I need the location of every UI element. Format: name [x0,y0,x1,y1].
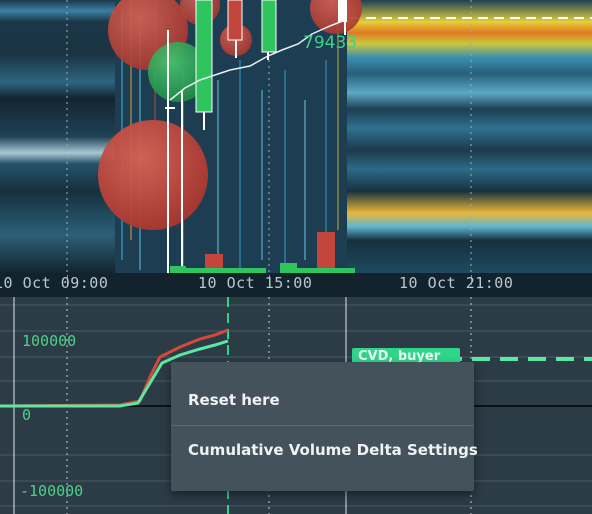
menu-item-cvd-settings[interactable]: Cumulative Volume Delta Settings [171,426,478,474]
chart-workspace[interactable]: 79433 10 Oct 09:00 10 Oct 15:00 10 Oct 2… [0,0,592,514]
time-label: 10 Oct 21:00 [399,274,514,292]
time-axis[interactable]: 10 Oct 09:00 10 Oct 15:00 10 Oct 21:00 [0,273,592,297]
time-label: 10 Oct 09:00 [0,274,109,292]
heatmap-left-bands [0,0,115,273]
price-label: 79433 [303,33,357,53]
context-menu: Reset here Cumulative Volume Delta Setti… [171,362,478,491]
time-label: 10 Oct 15:00 [198,274,313,292]
sell-bubble[interactable] [98,120,208,230]
menu-item-reset-here[interactable]: Reset here [171,376,474,424]
cvd-axis-label: -100000 [20,482,84,500]
heatmap-right-bands [347,0,592,273]
heatmap-pane[interactable]: 79433 [0,0,592,273]
cvd-axis-label: 0 [22,406,32,424]
cvd-axis-label: 100000 [22,332,77,350]
